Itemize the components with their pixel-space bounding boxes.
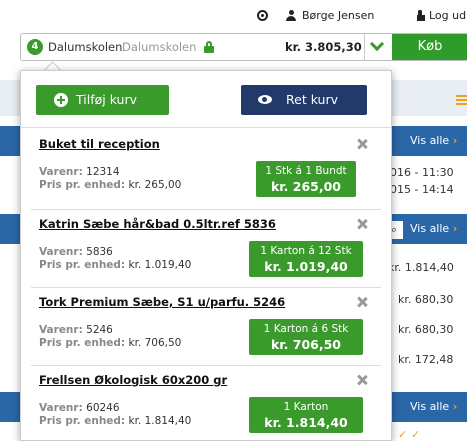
- quantity-button[interactable]: 1 Karton kr. 1.814,40: [249, 397, 363, 433]
- close-icon[interactable]: [357, 375, 367, 385]
- basket-count-badge: 4: [27, 39, 43, 55]
- price-text: kr. 680,30: [398, 323, 454, 336]
- basket-dropdown: Tilføj kurv Ret kurv Buket til reception…: [20, 70, 392, 441]
- line-total: kr. 706,50: [270, 337, 342, 352]
- item-price: Pris pr. enhed: kr. 1.019,40: [39, 259, 192, 271]
- basket-item: Tork Premium Sæbe, S1 u/parfu. 5246 Vare…: [31, 295, 381, 365]
- basket-item: Katrin Sæbe hår&bad 0.5ltr.ref 5836 Vare…: [31, 217, 381, 287]
- quantity-text: 1 Karton á 12 Stk: [260, 245, 352, 257]
- logout-icon[interactable]: [416, 10, 426, 21]
- divider: [31, 287, 381, 288]
- item-title[interactable]: Frellsen Økologisk 60x200 gr: [39, 373, 227, 387]
- user-name[interactable]: Børge Jensen: [302, 9, 374, 22]
- add-basket-button[interactable]: Tilføj kurv: [36, 85, 169, 115]
- item-title[interactable]: Katrin Sæbe hår&bad 0.5ltr.ref 5836: [39, 217, 276, 231]
- divider: [364, 34, 365, 60]
- divider: [31, 365, 381, 366]
- price-text: kr. 1.814,40: [388, 261, 454, 274]
- close-icon[interactable]: [357, 297, 367, 307]
- line-total: kr. 265,00: [270, 179, 342, 194]
- price-text: kr. 172,48: [398, 353, 454, 366]
- basket-item: Buket til reception Varenr: 12314 Pris p…: [31, 137, 381, 207]
- date-text: 016 - 11:30: [390, 166, 454, 179]
- help-icon[interactable]: [257, 10, 268, 21]
- edit-basket-label: Ret kurv: [286, 92, 339, 107]
- quantity-text: 1 Karton: [283, 401, 329, 413]
- chevron-down-icon[interactable]: [370, 38, 384, 52]
- vis-alle-link[interactable]: Vis alle ›: [410, 134, 457, 147]
- item-price: Pris pr. enhed: kr. 1.814,40: [39, 415, 192, 427]
- date-text: 015 - 14:14: [390, 183, 454, 196]
- menu-icon[interactable]: [456, 95, 467, 105]
- buy-button[interactable]: Køb: [392, 34, 467, 60]
- item-price: Pris pr. enhed: kr. 706,50: [39, 337, 182, 349]
- divider: [31, 209, 381, 210]
- basket-subtitle: Dalumskolen: [122, 40, 197, 54]
- item-varenr: Varenr: 5246: [39, 324, 113, 336]
- item-title[interactable]: Buket til reception: [39, 137, 160, 151]
- plus-circle-icon: [54, 93, 68, 107]
- vis-alle-link[interactable]: Vis alle ›: [410, 400, 457, 413]
- quantity-button[interactable]: 1 Stk á 1 Bundt kr. 265,00: [256, 161, 356, 197]
- close-icon[interactable]: [357, 219, 367, 229]
- logout-link[interactable]: Log ud: [429, 9, 466, 22]
- close-icon[interactable]: [357, 139, 367, 149]
- price-text: kr. 680,30: [398, 293, 454, 306]
- item-varenr: Varenr: 60246: [39, 402, 120, 414]
- edit-basket-button[interactable]: Ret kurv: [241, 85, 367, 115]
- basket-item: Frellsen Økologisk 60x200 gr Varenr: 602…: [31, 373, 381, 440]
- divider: [21, 127, 391, 128]
- vis-alle-link[interactable]: Vis alle ›: [410, 222, 457, 235]
- basket-name[interactable]: Dalumskolen: [48, 40, 122, 54]
- item-title[interactable]: Tork Premium Sæbe, S1 u/parfu. 5246: [39, 295, 285, 309]
- quantity-button[interactable]: 1 Karton á 6 Stk kr. 706,50: [249, 319, 363, 355]
- item-varenr: Varenr: 12314: [39, 166, 120, 178]
- item-varenr: Varenr: 5836: [39, 246, 113, 258]
- quantity-button[interactable]: 1 Karton á 12 Stk kr. 1.019,40: [249, 241, 363, 277]
- quantity-text: 1 Karton á 6 Stk: [263, 323, 349, 335]
- item-price: Pris pr. enhed: kr. 265,00: [39, 179, 182, 191]
- user-icon: [286, 10, 296, 21]
- add-basket-label: Tilføj kurv: [76, 92, 138, 107]
- basket-total: kr. 3.805,30: [285, 40, 362, 54]
- eye-icon: [258, 95, 272, 104]
- quantity-text: 1 Stk á 1 Bundt: [265, 165, 347, 177]
- lock-icon: [204, 41, 214, 53]
- top-bar: Børge Jensen Log ud: [0, 0, 467, 30]
- line-total: kr. 1.019,40: [264, 259, 348, 274]
- decorative-marks: ✓ ✓: [398, 428, 421, 441]
- line-total: kr. 1.814,40: [264, 415, 348, 430]
- basket-header[interactable]: 4 Dalumskolen Dalumskolen kr. 3.805,30 K…: [20, 33, 467, 61]
